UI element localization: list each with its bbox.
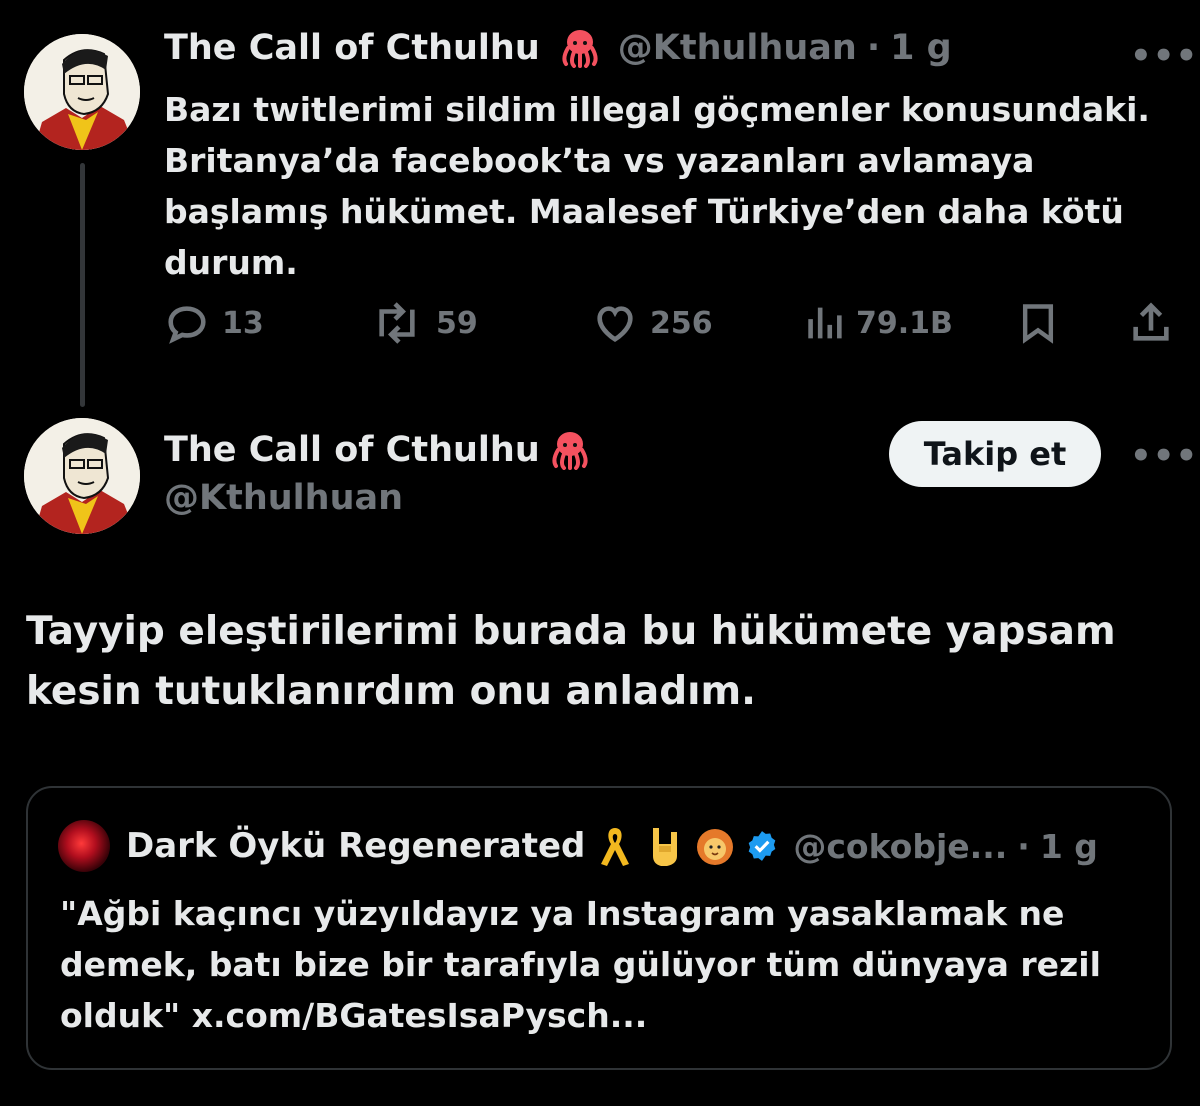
action-bar: 13 59 256 79.1B — [164, 300, 1174, 350]
author-handle[interactable]: @Kthulhuan — [618, 28, 857, 68]
retweet-count: 59 — [436, 305, 478, 341]
views-count: 79.1B — [856, 305, 953, 341]
retweet-icon — [379, 302, 415, 344]
views-icon — [808, 307, 842, 339]
avatar[interactable] — [24, 34, 140, 150]
reply-count: 13 — [222, 305, 264, 341]
thread-line — [80, 163, 85, 407]
octopus-emoji — [562, 30, 598, 68]
share-icon — [1133, 302, 1169, 341]
separator: · — [866, 28, 881, 68]
author-name[interactable]: The Call of Cthulhu — [164, 28, 540, 68]
bookmark-icon — [1022, 304, 1054, 344]
ribbon-emoji — [601, 828, 630, 866]
like-button[interactable]: 256 — [592, 300, 713, 346]
separator: · — [1017, 826, 1030, 866]
verified-badge-icon — [749, 831, 776, 861]
author-handle[interactable]: @Kthulhuan — [164, 478, 403, 518]
quote-text: "Ağbi kaçıncı yüzyıldayız ya Instagram y… — [60, 894, 1101, 1035]
reply-button[interactable]: 13 — [164, 300, 264, 346]
author-name[interactable]: The Call of Cthulhu — [164, 430, 540, 470]
quote-header: Dark Öykü Regenerated @cokobje... · 1 g — [58, 820, 1098, 872]
tweet-header: The Call of Cthulhu — [164, 430, 592, 470]
tweet-text: Tayyip eleştirilerimi burada bu hükümete… — [26, 609, 1116, 714]
follow-button[interactable]: Takip et — [889, 421, 1101, 487]
quote-avatar — [58, 820, 110, 872]
like-count: 256 — [650, 305, 713, 341]
quote-author-name: Dark Öykü Regenerated — [126, 826, 586, 866]
more-icon[interactable]: ••• — [1130, 36, 1198, 76]
views-button[interactable]: 79.1B — [804, 300, 953, 346]
octopus-emoji — [552, 432, 588, 470]
retweet-button[interactable]: 59 — [370, 300, 478, 346]
tweet-text: Bazı twitlerimi sildim illegal göçmenler… — [164, 90, 1150, 282]
quote-author-handle: @cokobje... — [793, 826, 1008, 866]
timestamp[interactable]: 1 g — [890, 28, 952, 68]
like-icon — [597, 306, 633, 342]
lion-emoji — [697, 829, 734, 865]
reply-icon — [168, 306, 206, 344]
rock-hand-emoji — [653, 828, 678, 866]
more-icon[interactable]: ••• — [1130, 436, 1198, 476]
timestamp: 1 g — [1039, 826, 1098, 866]
avatar[interactable] — [24, 418, 140, 534]
tweet-header: The Call of Cthulhu @Kthulhuan · 1 g — [164, 28, 952, 68]
share-button[interactable] — [1128, 300, 1174, 346]
bookmark-button[interactable] — [1016, 300, 1060, 346]
